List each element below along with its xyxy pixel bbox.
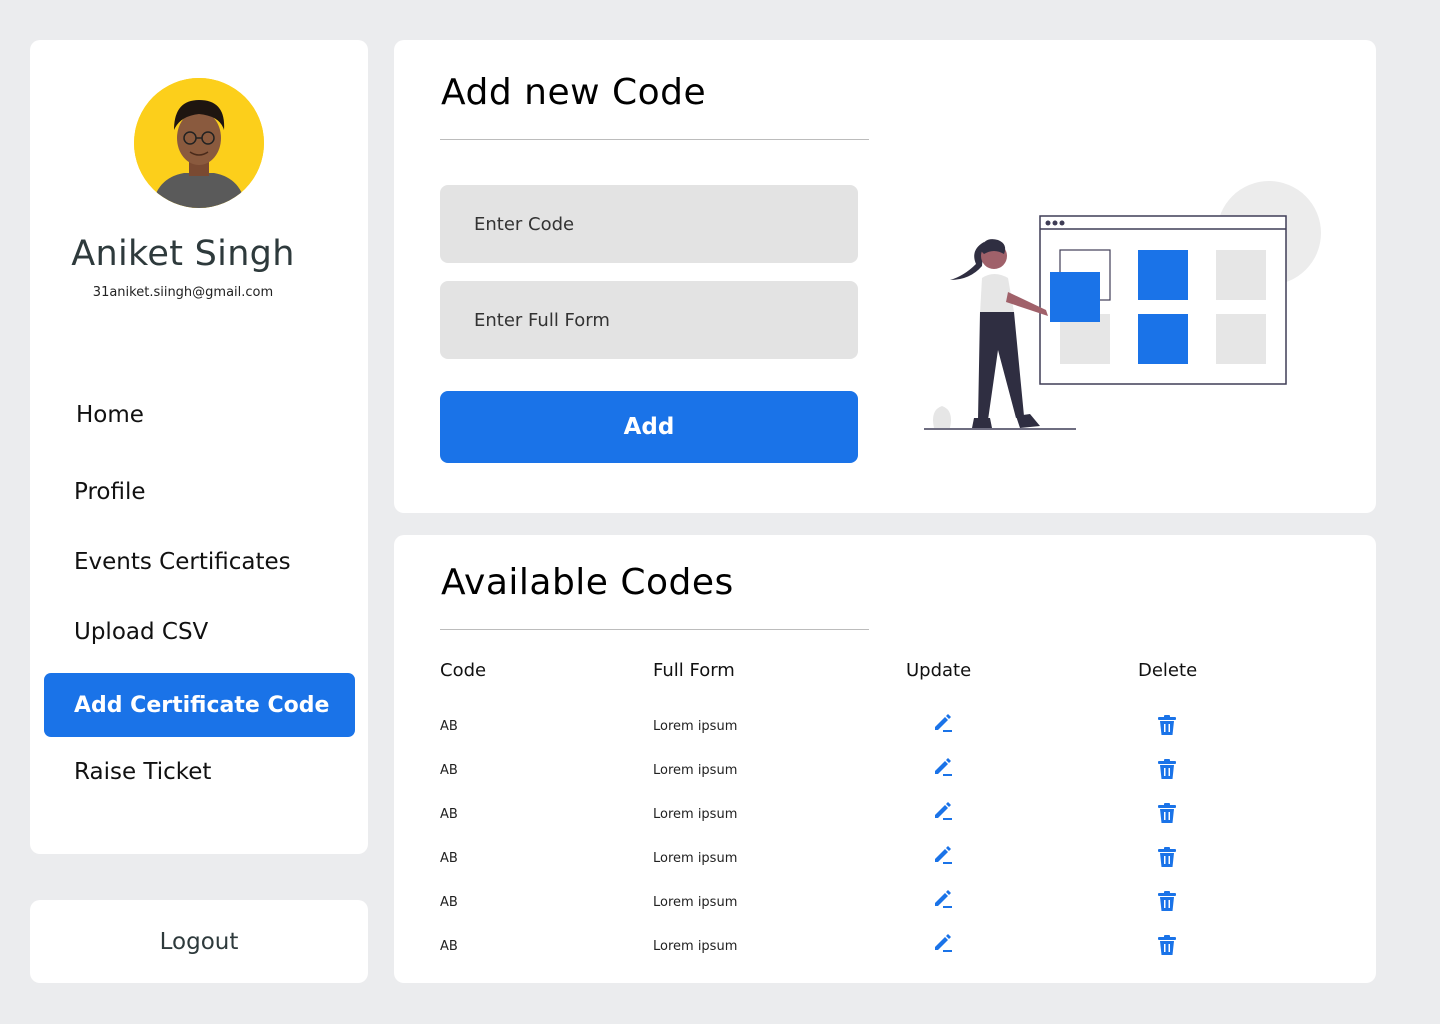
sidebar-item-label: Upload CSV bbox=[74, 619, 209, 645]
full-form-cell: Lorem ipsum bbox=[653, 763, 738, 778]
trash-icon[interactable] bbox=[1157, 934, 1177, 960]
trash-icon[interactable] bbox=[1157, 890, 1177, 916]
sidebar-item-label: Raise Ticket bbox=[74, 759, 212, 785]
edit-pen-icon[interactable] bbox=[932, 712, 954, 738]
sidebar-item-label: Events Certificates bbox=[74, 549, 291, 575]
code-cell: AB bbox=[440, 763, 458, 778]
full-form-cell: Lorem ipsum bbox=[653, 939, 738, 954]
sidebar: Aniket Singh 31aniket.siingh@gmail.com H… bbox=[30, 40, 368, 854]
code-input[interactable] bbox=[440, 185, 858, 263]
add-code-title: Add new Code bbox=[441, 72, 707, 113]
code-cell: AB bbox=[440, 719, 458, 734]
table-row: AB Lorem ipsum bbox=[394, 793, 1376, 837]
edit-pen-icon[interactable] bbox=[932, 888, 954, 914]
add-code-card: Add new Code Add bbox=[394, 40, 1376, 513]
sidebar-item-label: Home bbox=[76, 402, 144, 428]
avatar-photo bbox=[134, 78, 264, 208]
column-header-update: Update bbox=[906, 660, 972, 681]
edit-pen-icon[interactable] bbox=[932, 932, 954, 958]
trash-icon[interactable] bbox=[1157, 758, 1177, 784]
table-row: AB Lorem ipsum bbox=[394, 881, 1376, 925]
full-form-cell: Lorem ipsum bbox=[653, 807, 738, 822]
add-button[interactable]: Add bbox=[440, 391, 858, 463]
table-row: AB Lorem ipsum bbox=[394, 749, 1376, 793]
full-form-cell: Lorem ipsum bbox=[653, 895, 738, 910]
table-row: AB Lorem ipsum bbox=[394, 705, 1376, 749]
table-row: AB Lorem ipsum bbox=[394, 925, 1376, 969]
sidebar-item-add-certificate-code[interactable]: Add Certificate Code bbox=[44, 673, 355, 737]
full-form-cell: Lorem ipsum bbox=[653, 851, 738, 866]
edit-pen-icon[interactable] bbox=[932, 800, 954, 826]
sidebar-item-label: Profile bbox=[74, 479, 146, 505]
sidebar-item-home[interactable]: Home bbox=[44, 383, 355, 447]
code-cell: AB bbox=[440, 895, 458, 910]
column-header-code: Code bbox=[440, 660, 487, 681]
table-row: AB Lorem ipsum bbox=[394, 837, 1376, 881]
edit-pen-icon[interactable] bbox=[932, 756, 954, 782]
logout-button[interactable]: Logout bbox=[30, 900, 368, 983]
trash-icon[interactable] bbox=[1157, 846, 1177, 872]
sidebar-item-upload-csv[interactable]: Upload CSV bbox=[44, 600, 355, 664]
code-cell: AB bbox=[440, 939, 458, 954]
available-codes-title: Available Codes bbox=[441, 562, 734, 603]
code-cell: AB bbox=[440, 807, 458, 822]
illustration bbox=[924, 180, 1324, 444]
trash-icon[interactable] bbox=[1157, 802, 1177, 828]
sidebar-item-profile[interactable]: Profile bbox=[44, 460, 355, 524]
trash-icon[interactable] bbox=[1157, 714, 1177, 740]
logout-label: Logout bbox=[159, 928, 239, 955]
divider bbox=[440, 139, 869, 140]
full-form-input[interactable] bbox=[440, 281, 858, 359]
available-codes-card: Available Codes Code Full Form Update De… bbox=[394, 535, 1376, 983]
full-form-cell: Lorem ipsum bbox=[653, 719, 738, 734]
column-header-delete: Delete bbox=[1138, 660, 1198, 681]
sidebar-item-label: Add Certificate Code bbox=[74, 692, 330, 718]
avatar bbox=[134, 78, 264, 208]
woman-with-grid-illustration bbox=[924, 181, 1321, 430]
edit-pen-icon[interactable] bbox=[932, 844, 954, 870]
column-header-full-form: Full Form bbox=[653, 660, 735, 681]
user-name: Aniket Singh bbox=[71, 234, 295, 274]
sidebar-item-events-certificates[interactable]: Events Certificates bbox=[44, 530, 355, 594]
user-email: 31aniket.siingh@gmail.com bbox=[92, 285, 274, 300]
code-cell: AB bbox=[440, 851, 458, 866]
divider bbox=[440, 629, 869, 630]
sidebar-item-raise-ticket[interactable]: Raise Ticket bbox=[44, 740, 355, 804]
